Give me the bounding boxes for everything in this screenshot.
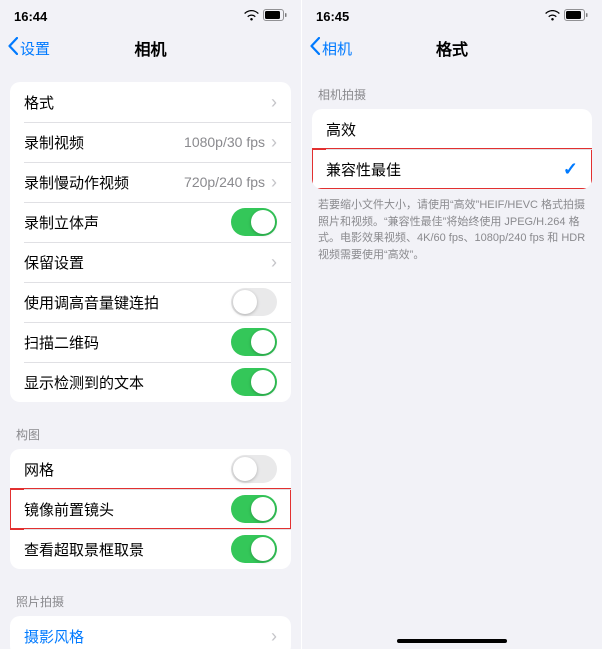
chevron-left-icon <box>310 37 320 59</box>
settings-group-2: 网格镜像前置镜头查看超取景框取景 <box>10 449 291 569</box>
nav-bar: 设置 相机 <box>0 26 301 70</box>
row-label: 高效 <box>326 119 578 140</box>
battery-icon <box>263 9 287 24</box>
back-label: 设置 <box>20 38 50 59</box>
row-label: 保留设置 <box>24 252 271 273</box>
back-button[interactable]: 设置 <box>8 37 50 59</box>
settings-row[interactable]: 兼容性最佳✓ <box>312 149 592 189</box>
row-detail: 1080p/30 fps <box>184 134 265 150</box>
row-label: 网格 <box>24 459 231 480</box>
row-detail: 720p/240 fps <box>184 174 265 190</box>
settings-row[interactable]: 录制立体声 <box>10 202 291 242</box>
status-bar: 16:44 <box>0 6 301 26</box>
settings-row[interactable]: 格式› <box>10 82 291 122</box>
row-label: 录制慢动作视频 <box>24 172 184 193</box>
row-label: 扫描二维码 <box>24 332 231 353</box>
back-button[interactable]: 相机 <box>310 37 352 59</box>
status-bar: 16:45 <box>302 6 602 26</box>
status-time: 16:45 <box>316 9 349 24</box>
status-indicators <box>244 9 287 24</box>
page-title: 相机 <box>134 36 166 60</box>
wifi-icon <box>244 9 259 24</box>
row-label: 格式 <box>24 92 271 113</box>
settings-row[interactable]: 录制视频1080p/30 fps › <box>10 122 291 162</box>
footer-text-format: 若要缩小文件大小，请使用“高效”HEIF/HEVC 格式拍摄照片和视频。“兼容性… <box>302 197 602 275</box>
checkmark-icon: ✓ <box>563 159 578 180</box>
toggle-switch[interactable] <box>231 208 277 236</box>
settings-row[interactable]: 高效 <box>312 109 592 149</box>
status-time: 16:44 <box>14 9 47 24</box>
row-label: 使用调高音量键连拍 <box>24 292 231 313</box>
home-indicator[interactable] <box>397 639 507 643</box>
settings-row[interactable]: 镜像前置镜头 <box>10 489 291 529</box>
row-label: 录制视频 <box>24 132 184 153</box>
chevron-right-icon: › <box>271 253 277 271</box>
settings-row[interactable]: 网格 <box>10 449 291 489</box>
status-indicators <box>545 9 588 24</box>
row-label: 录制立体声 <box>24 212 231 233</box>
row-label: 显示检测到的文本 <box>24 372 231 393</box>
chevron-left-icon <box>8 37 18 59</box>
content-scroll[interactable]: 相机拍摄 高效兼容性最佳✓ 若要缩小文件大小，请使用“高效”HEIF/HEVC … <box>302 70 602 649</box>
settings-row[interactable]: 查看超取景框取景 <box>10 529 291 569</box>
back-label: 相机 <box>322 38 352 59</box>
settings-row[interactable]: 使用调高音量键连拍 <box>10 282 291 322</box>
formats-screen: 16:45 相机 格式 相机拍摄 高效兼容性最佳✓ 若要缩小文件大小，请使用“高… <box>301 0 602 649</box>
settings-group-3: 摄影风格› <box>10 616 291 649</box>
settings-row[interactable]: 显示检测到的文本 <box>10 362 291 402</box>
row-label: 摄影风格 <box>24 626 271 647</box>
chevron-right-icon: › <box>271 133 277 151</box>
nav-bar: 相机 格式 <box>302 26 602 70</box>
format-group: 高效兼容性最佳✓ <box>312 109 592 189</box>
section-header-capture: 相机拍摄 <box>302 82 602 109</box>
settings-group-1: 格式›录制视频1080p/30 fps›录制慢动作视频720p/240 fps›… <box>10 82 291 402</box>
chevron-right-icon: › <box>271 173 277 191</box>
row-label: 查看超取景框取景 <box>24 539 231 560</box>
settings-row[interactable]: 扫描二维码 <box>10 322 291 362</box>
chevron-right-icon: › <box>271 93 277 111</box>
row-label: 镜像前置镜头 <box>24 499 231 520</box>
content-scroll[interactable]: 格式›录制视频1080p/30 fps›录制慢动作视频720p/240 fps›… <box>0 70 301 649</box>
section-header-composition: 构图 <box>0 422 301 449</box>
wifi-icon <box>545 9 560 24</box>
settings-row[interactable]: 录制慢动作视频720p/240 fps › <box>10 162 291 202</box>
toggle-switch[interactable] <box>231 368 277 396</box>
page-title: 格式 <box>436 36 468 60</box>
toggle-switch[interactable] <box>231 535 277 563</box>
row-label: 兼容性最佳 <box>326 159 563 180</box>
toggle-switch[interactable] <box>231 328 277 356</box>
section-header-photo: 照片拍摄 <box>0 589 301 616</box>
battery-icon <box>564 9 588 24</box>
settings-row[interactable]: 摄影风格› <box>10 616 291 649</box>
toggle-switch[interactable] <box>231 495 277 523</box>
toggle-switch[interactable] <box>231 288 277 316</box>
toggle-switch[interactable] <box>231 455 277 483</box>
settings-row[interactable]: 保留设置› <box>10 242 291 282</box>
camera-settings-screen: 16:44 设置 相机 格式›录制视频1080p/30 fps›录制慢动作视频7… <box>0 0 301 649</box>
chevron-right-icon: › <box>271 627 277 645</box>
